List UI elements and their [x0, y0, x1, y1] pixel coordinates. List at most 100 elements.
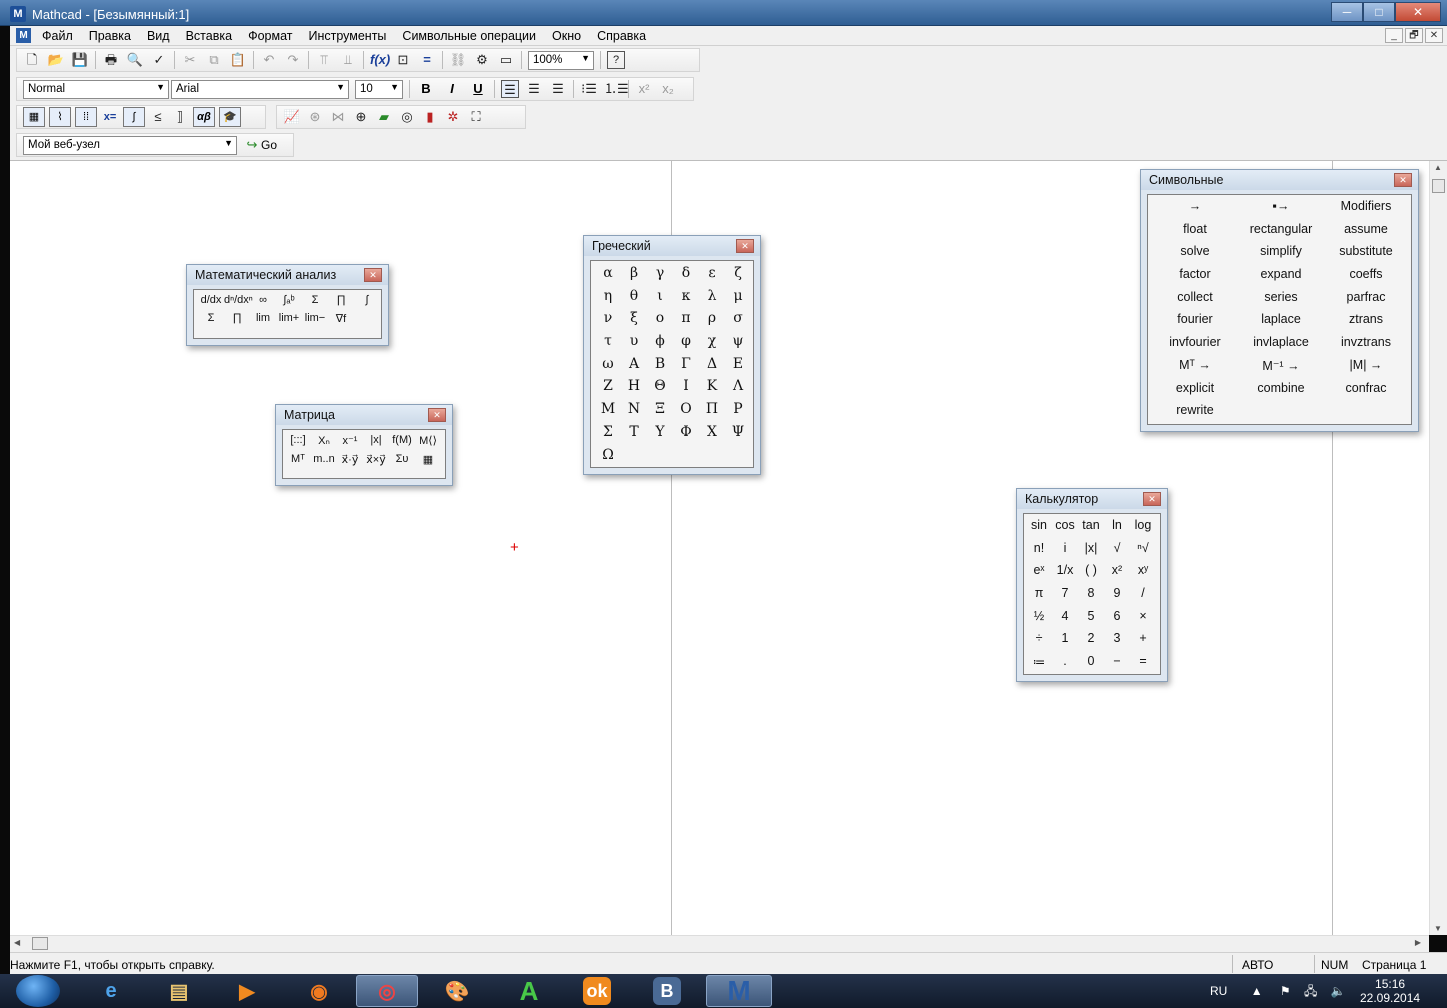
doc-restore-button[interactable]: 🗗 — [1405, 28, 1423, 43]
calculator-key-button[interactable]: + — [1130, 631, 1156, 654]
derivative-button[interactable]: d/dx — [198, 294, 224, 306]
cross-product-button[interactable]: x⃗×y⃗ — [363, 453, 389, 466]
calculator-key-button[interactable]: log — [1130, 518, 1156, 541]
greek-letter-button[interactable]: Σ — [595, 424, 621, 447]
symbolic-keyword-button[interactable]: assume — [1322, 222, 1410, 245]
infinity-button[interactable]: ∞ — [250, 294, 276, 306]
calculator-key-button[interactable]: 1/x — [1052, 563, 1078, 586]
greek-letter-button[interactable]: Ε — [725, 356, 751, 379]
calculator-key-button[interactable]: cos — [1052, 518, 1078, 541]
calculator-toolbar-icon[interactable]: ▦ — [23, 107, 45, 127]
greek-letter-button[interactable]: Κ — [699, 378, 725, 401]
calculus-palette-title[interactable]: Математический анализ — [187, 265, 388, 285]
symbolic-keyword-button[interactable]: Mᵀ → — [1150, 358, 1240, 381]
evaluation-toolbar-icon[interactable]: ≤ — [149, 108, 167, 126]
zoom-plot-icon[interactable]: ⛶ — [467, 108, 485, 126]
greek-letter-button[interactable]: ϕ — [647, 333, 673, 356]
symbolic-keyword-button[interactable]: collect — [1150, 290, 1240, 313]
greek-letter-button[interactable]: ι — [647, 288, 673, 311]
greek-letter-button[interactable]: η — [595, 288, 621, 311]
calculus-toolbar-icon[interactable]: ∫ — [123, 107, 145, 127]
gradient-button[interactable]: ∇f — [328, 312, 354, 325]
taskbar-odnoklassniki[interactable]: ok — [566, 975, 628, 1007]
calculator-key-button[interactable]: √ — [1104, 541, 1130, 564]
greek-letter-button[interactable]: Ρ — [725, 401, 751, 424]
symbolic-keyword-button[interactable]: series — [1240, 290, 1322, 313]
symbolic-keyword-button[interactable]: M⁻¹ → — [1240, 358, 1322, 381]
vertical-scrollbar[interactable]: ▲ ▼ — [1429, 161, 1447, 935]
menu-format[interactable]: Формат — [248, 29, 292, 43]
calculator-key-button[interactable]: 7 — [1052, 586, 1078, 609]
clock[interactable]: 15:16 22.09.2014 — [1360, 977, 1420, 1005]
bullet-list-icon[interactable]: ⁝☰ — [580, 80, 598, 98]
symbolic-keyword-button[interactable]: rectangular — [1240, 222, 1322, 245]
menu-view[interactable]: Вид — [147, 29, 170, 43]
scroll-up-icon[interactable]: ▲ — [1434, 163, 1442, 172]
menu-insert[interactable]: Вставка — [186, 29, 232, 43]
symbolic-keyword-button[interactable]: laplace — [1240, 312, 1322, 335]
taskbar-paint[interactable]: 🎨 — [426, 975, 488, 1007]
symbolic-keyword-button[interactable]: ztrans — [1322, 312, 1410, 335]
font-size-select[interactable]: 10 ▼ — [355, 79, 403, 99]
symbolic-keyword-button[interactable]: Modifiers — [1322, 199, 1410, 222]
greek-letter-button[interactable]: Ζ — [595, 378, 621, 401]
spell-check-icon[interactable]: ✓ — [150, 51, 168, 69]
picture-button[interactable]: ▦ — [415, 453, 441, 466]
calculator-key-button[interactable]: . — [1052, 654, 1078, 677]
redo-icon[interactable]: ↷ — [284, 51, 302, 69]
greek-letter-button[interactable]: α — [595, 265, 621, 288]
close-button[interactable]: ✕ — [1395, 2, 1441, 22]
vector-sum-button[interactable]: Συ — [389, 453, 415, 466]
symbolic-toolbar-icon[interactable]: 🎓 — [219, 107, 241, 127]
greek-palette-title[interactable]: Греческий — [584, 236, 760, 256]
language-indicator[interactable]: RU — [1210, 984, 1227, 998]
calculate-icon[interactable]: = — [418, 51, 436, 69]
greek-letter-button[interactable]: Γ — [673, 356, 699, 379]
calculator-key-button[interactable]: sin — [1026, 518, 1052, 541]
underline-button[interactable]: U — [468, 80, 488, 98]
greek-letter-button[interactable]: ξ — [621, 310, 647, 333]
greek-letter-button[interactable]: σ — [725, 310, 751, 333]
calculator-key-button[interactable]: i — [1052, 541, 1078, 564]
greek-letter-button[interactable]: Ο — [673, 401, 699, 424]
menu-symbolics[interactable]: Символьные операции — [402, 29, 536, 43]
greek-letter-button[interactable]: Φ — [673, 424, 699, 447]
3d-scatter-icon[interactable]: ◎ — [398, 108, 416, 126]
column-button[interactable]: M⟨⟩ — [415, 434, 441, 447]
close-icon[interactable]: ✕ — [364, 268, 382, 282]
symbolic-keyword-button[interactable]: explicit — [1150, 381, 1240, 404]
symbolic-keyword-button[interactable]: rewrite — [1150, 403, 1240, 426]
taskbar-firefox[interactable]: ◉ — [288, 975, 350, 1007]
greek-letter-button[interactable]: φ — [673, 333, 699, 356]
greek-letter-button[interactable]: τ — [595, 333, 621, 356]
start-button[interactable] — [16, 975, 60, 1007]
save-icon[interactable]: 💾 — [71, 51, 89, 69]
insert-hyperlink-icon[interactable]: ⛓ — [449, 51, 467, 69]
show-hidden-icons-icon[interactable]: ▲ — [1251, 984, 1263, 998]
symbolic-palette-title[interactable]: Символьные — [1141, 170, 1418, 190]
calculator-key-button[interactable]: π — [1026, 586, 1052, 609]
symbolic-keyword-button[interactable]: invfourier — [1150, 335, 1240, 358]
inverse-button[interactable]: x⁻¹ — [337, 434, 363, 447]
greek-letter-button[interactable]: π — [673, 310, 699, 333]
symbolic-keyword-button[interactable]: parfrac — [1322, 290, 1410, 313]
determinant-button[interactable]: |x| — [363, 434, 389, 447]
menu-file[interactable]: Файл — [42, 29, 73, 43]
greek-letter-button[interactable]: ω — [595, 356, 621, 379]
calculator-key-button[interactable]: 8 — [1078, 586, 1104, 609]
greek-letter-button[interactable]: ν — [595, 310, 621, 333]
3d-bar-icon[interactable]: ▮ — [421, 108, 439, 126]
greek-letter-button[interactable]: Λ — [725, 378, 751, 401]
taskbar-chrome[interactable]: ◎ — [356, 975, 418, 1007]
greek-letter-button[interactable]: ζ — [725, 265, 751, 288]
left-limit-button[interactable]: lim− — [302, 312, 328, 325]
symbolic-keyword-button[interactable]: solve — [1150, 244, 1240, 267]
greek-letter-button[interactable]: θ — [621, 288, 647, 311]
greek-letter-button[interactable]: Υ — [647, 424, 673, 447]
document-icon[interactable]: M — [16, 28, 31, 43]
taskbar-vkontakte[interactable]: B — [636, 975, 698, 1007]
boolean-toolbar-icon[interactable]: x= — [101, 108, 119, 126]
greek-letter-button[interactable]: Β — [647, 356, 673, 379]
calculator-key-button[interactable]: 5 — [1078, 609, 1104, 632]
greek-letter-button[interactable]: Θ — [647, 378, 673, 401]
